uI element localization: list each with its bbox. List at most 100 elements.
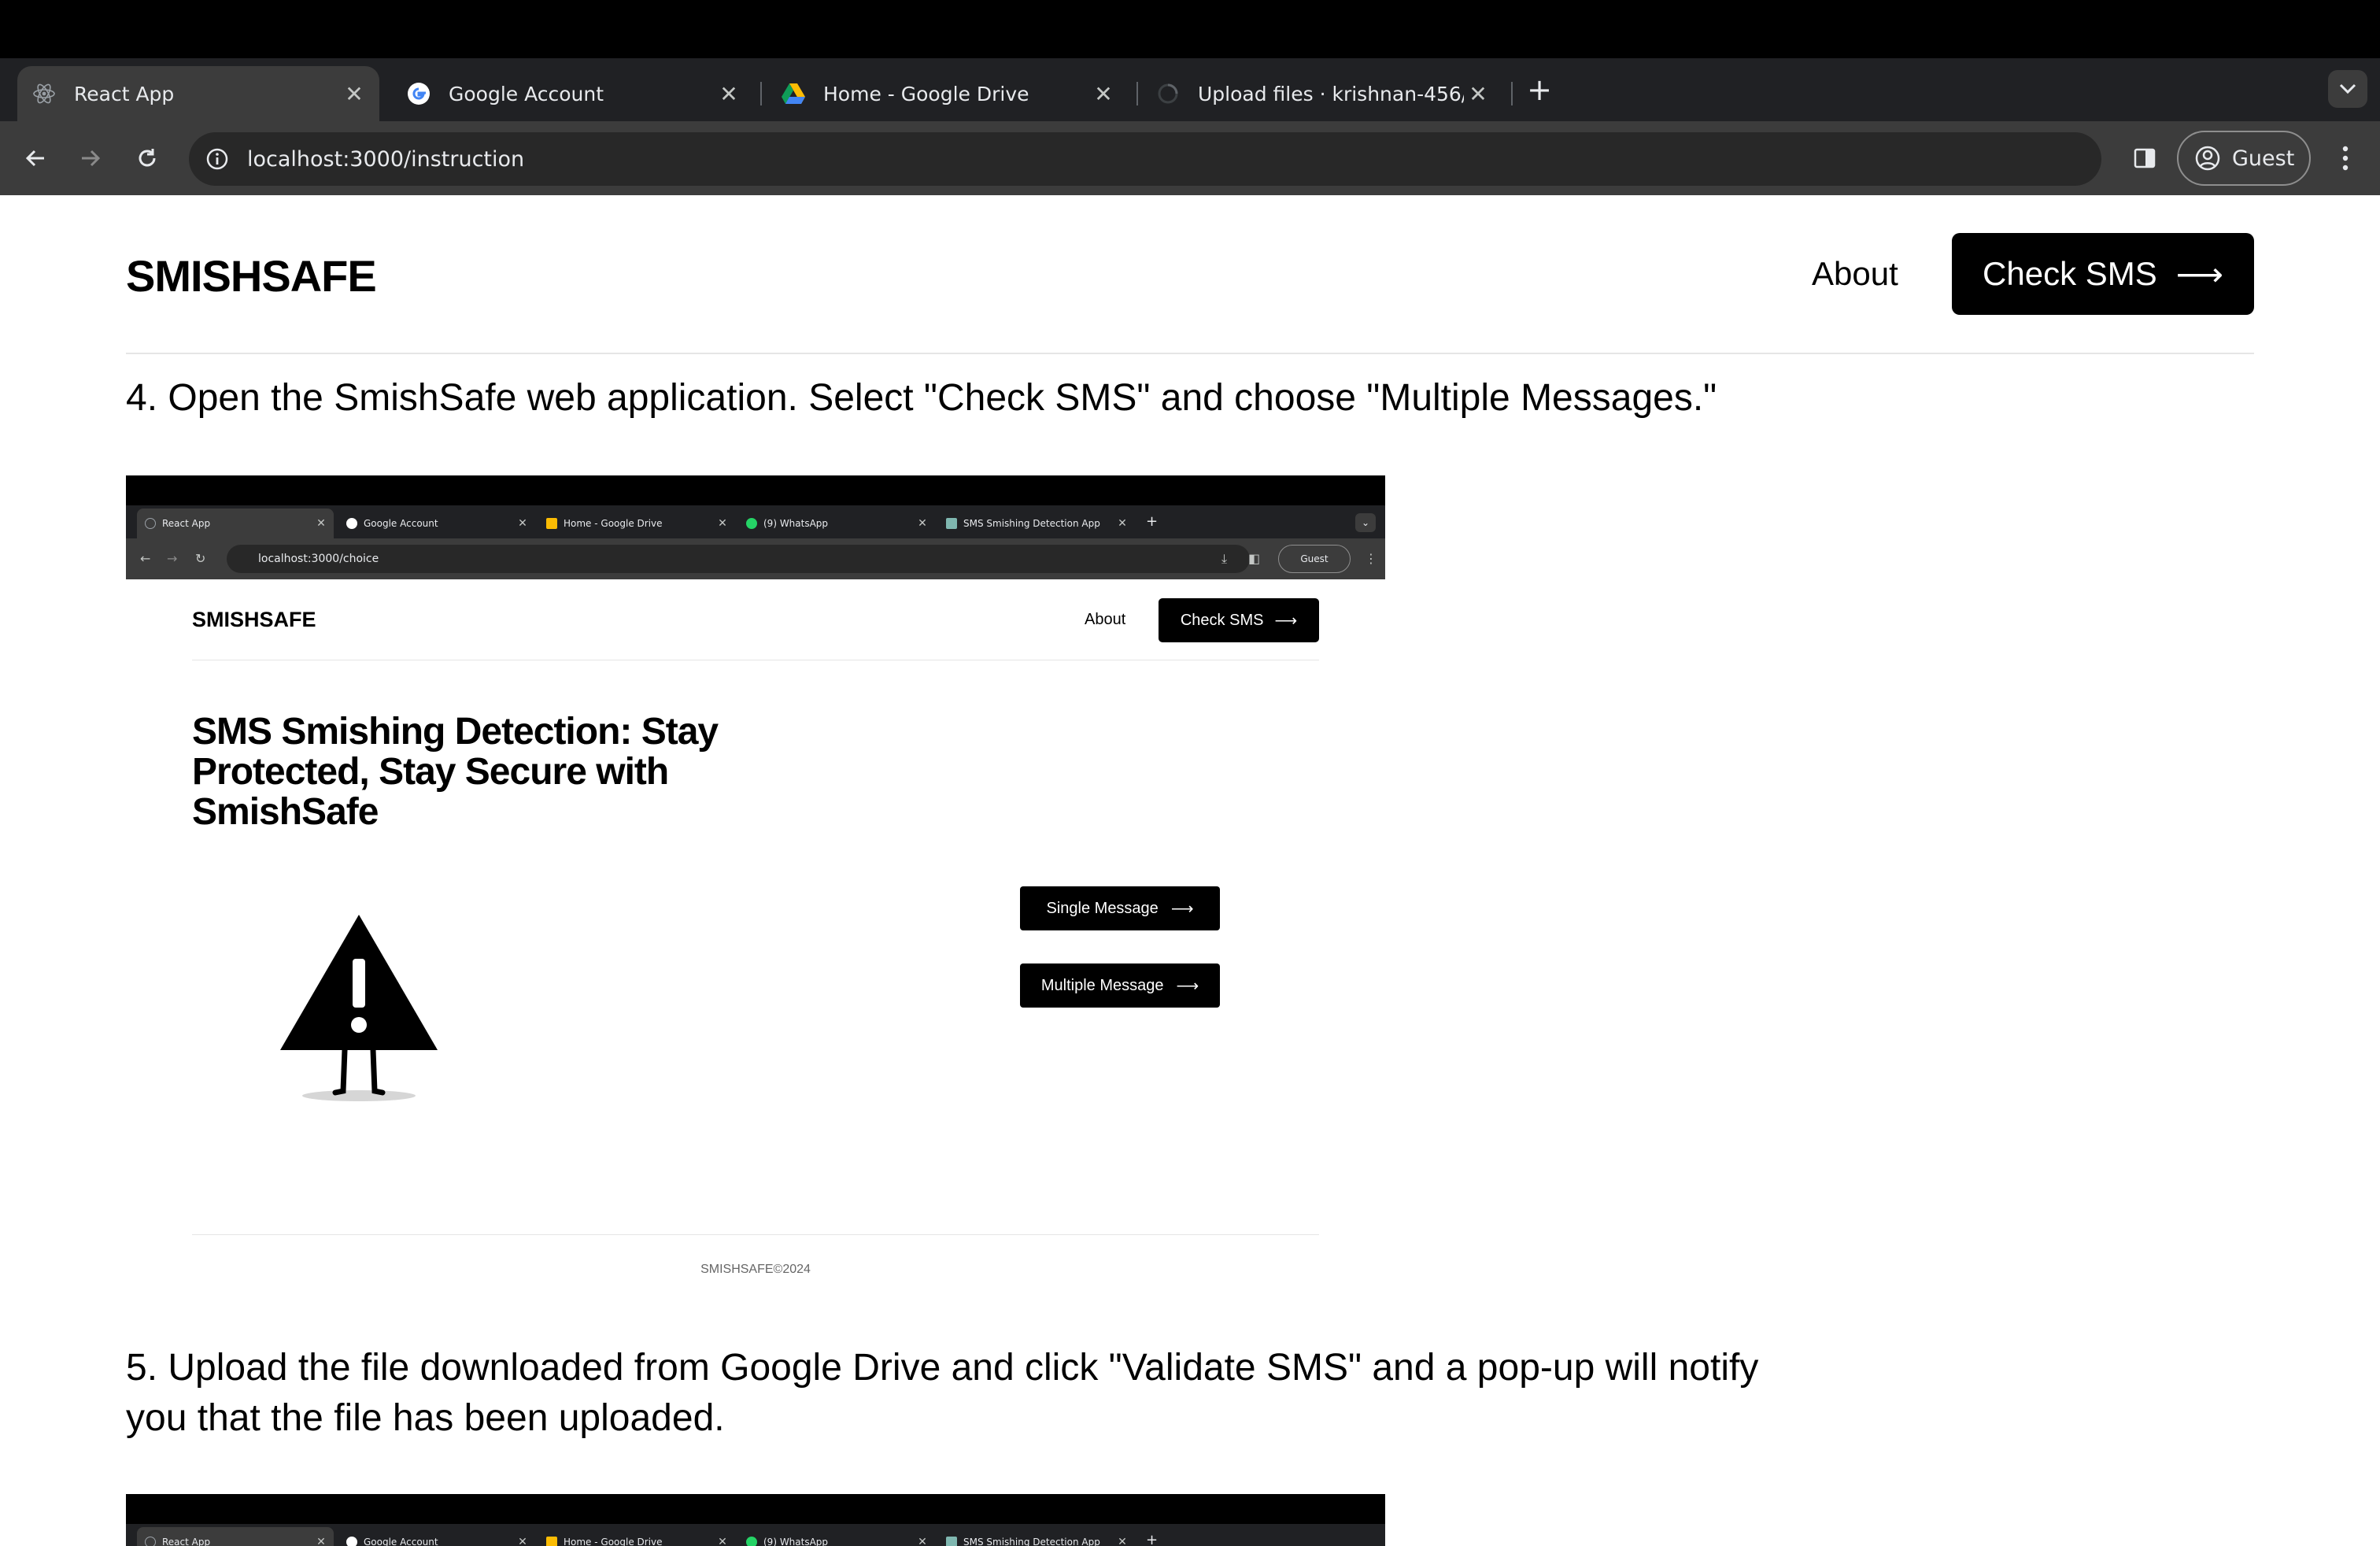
tab-google-account[interactable]: Google Account ✕ [392, 66, 754, 121]
google-icon [346, 1537, 357, 1546]
screenshot-url: localhost:3000/choice [258, 553, 379, 565]
forward-arrow-icon: → [167, 551, 178, 566]
side-panel-icon [2134, 148, 2156, 168]
google-drive-icon [546, 518, 557, 529]
arrow-right-icon: ⟶ [1176, 977, 1199, 995]
tab-search-button[interactable] [2328, 70, 2367, 108]
tab-upload-files[interactable]: Upload files · krishnan-456/s ✕ [1141, 66, 1503, 121]
close-tab-icon: ✕ [918, 517, 927, 530]
reload-icon [139, 149, 156, 167]
screenshot-tab: React App ✕ [137, 1527, 334, 1546]
new-tab-icon: + [1146, 1532, 1159, 1546]
screenshot-single-message-button: Single Message ⟶ [1020, 886, 1220, 930]
app-icon [946, 518, 957, 529]
close-tab-icon[interactable]: ✕ [715, 80, 743, 108]
screenshot-tab-title: Google Account [364, 518, 438, 529]
screenshot-titlebar [126, 475, 1385, 505]
tab-title: Home - Google Drive [823, 82, 1029, 105]
side-panel-icon: ◧ [1248, 551, 1261, 566]
arrow-right-icon: ⟶ [1274, 612, 1298, 630]
screenshot-multiple-message-label: Multiple Message [1040, 976, 1164, 994]
close-tab-icon: ✕ [718, 1536, 727, 1546]
close-tab-icon[interactable]: ✕ [340, 80, 368, 108]
tab-google-drive[interactable]: Home - Google Drive ✕ [767, 66, 1129, 121]
screenshot-check-sms-button: Check SMS ⟶ [1159, 598, 1319, 642]
screenshot-tab-strip: React App ✕ Google Account ✕ Home - Goog… [126, 505, 1385, 538]
close-tab-icon: ✕ [1118, 1536, 1127, 1546]
more-vert-icon: ⋮ [1365, 551, 1377, 566]
tab-title: Upload files · krishnan-456/s [1198, 82, 1464, 105]
screenshot-tab: Google Account ✕ [338, 509, 535, 538]
tab-react-app[interactable]: React App ✕ [17, 66, 379, 121]
browser-menu-button[interactable] [2330, 139, 2361, 178]
tab-separator [760, 82, 762, 105]
tab-title: Google Account [449, 82, 604, 105]
screenshot-tab-title: Home - Google Drive [564, 518, 663, 529]
page-content: SMISHSAFE About Check SMS ⟶ 4. Open the … [0, 195, 2380, 1546]
google-drive-icon [781, 81, 806, 106]
forward-button[interactable] [71, 139, 110, 178]
whatsapp-icon [746, 1537, 757, 1546]
screenshot-profile-label: Guest [1300, 553, 1329, 564]
screenshot-single-message-label: Single Message [1046, 899, 1159, 917]
more-vert-icon [2342, 146, 2349, 171]
google-drive-icon [546, 1537, 557, 1546]
tab-title: React App [74, 82, 175, 105]
screenshot-tab: SMS Smishing Detection App ✕ [938, 1527, 1135, 1546]
warning-character-icon [280, 915, 438, 1101]
close-tab-icon[interactable]: ✕ [1464, 80, 1492, 108]
screenshot-tab-title: Google Account [364, 1537, 438, 1546]
whatsapp-icon [746, 518, 757, 529]
step-5-text: 5. Upload the file downloaded from Googl… [126, 1347, 1759, 1439]
screenshot-tab: (9) WhatsApp ✕ [738, 1527, 935, 1546]
close-tab-icon: ✕ [316, 1536, 326, 1546]
screenshot-tab: (9) WhatsApp ✕ [738, 509, 935, 538]
back-arrow-icon: ← [140, 551, 151, 566]
tab-strip: React App ✕ Google Account ✕ Home - Goog… [0, 58, 2380, 121]
profile-button[interactable]: Guest [2177, 131, 2311, 186]
chevron-down-icon: ⌄ [1355, 513, 1376, 532]
screenshot-address-bar: localhost:3000/choice [227, 545, 1250, 573]
arrow-right-icon: ⟶ [2175, 255, 2223, 293]
about-link[interactable]: About [1812, 255, 1898, 293]
browser-toolbar: localhost:3000/instruction Guest [0, 121, 2380, 195]
screenshot-tab-title: React App [162, 1537, 211, 1546]
screenshot-tab: Home - Google Drive ✕ [538, 1527, 735, 1546]
check-sms-label: Check SMS [1983, 255, 2157, 292]
close-tab-icon: ✕ [718, 517, 727, 530]
close-tab-icon: ✕ [918, 1536, 927, 1546]
back-arrow-icon [25, 150, 44, 167]
screenshot-footer-divider [192, 1234, 1319, 1235]
site-logo[interactable]: SMISHSAFE [126, 250, 377, 301]
app-icon [946, 1537, 957, 1546]
tab-separator [1511, 82, 1513, 105]
check-sms-button[interactable]: Check SMS ⟶ [1952, 233, 2254, 315]
react-icon [145, 518, 156, 529]
screenshot-titlebar [126, 1494, 1385, 1524]
screenshot-tab: React App ✕ [137, 509, 334, 538]
side-panel-button[interactable] [2125, 139, 2164, 178]
reload-button[interactable] [128, 139, 167, 178]
screenshot-tab-strip: React App ✕ Google Account ✕ Home - Goog… [126, 1524, 1385, 1546]
address-bar[interactable]: localhost:3000/instruction [189, 132, 2101, 186]
new-tab-button[interactable]: + [1524, 72, 1555, 107]
screenshot-tab: Home - Google Drive ✕ [538, 509, 735, 538]
close-tab-icon[interactable]: ✕ [1089, 80, 1118, 108]
site-info-icon[interactable] [201, 143, 233, 175]
back-button[interactable] [16, 139, 55, 178]
tab-separator [1136, 82, 1138, 105]
instruction-screenshot-choice: React App ✕ Google Account ✕ Home - Goog… [126, 475, 1385, 1294]
screenshot-tab: SMS Smishing Detection App ✕ [938, 509, 1135, 538]
guest-avatar-icon [2194, 145, 2221, 172]
screenshot-tab: Google Account ✕ [338, 1527, 535, 1546]
close-tab-icon: ✕ [316, 517, 326, 530]
forward-arrow-icon [82, 150, 101, 167]
reload-icon: ↻ [195, 551, 206, 566]
screenshot-tab-title: (9) WhatsApp [763, 1537, 829, 1546]
arrow-right-icon: ⟶ [1170, 900, 1194, 918]
screenshot-tab-title: SMS Smishing Detection App [963, 1537, 1100, 1546]
new-tab-icon: + [1146, 513, 1159, 530]
window-titlebar [0, 0, 2380, 58]
url-text: localhost:3000/instruction [247, 146, 525, 172]
screenshot-tab-title: SMS Smishing Detection App [963, 518, 1100, 529]
